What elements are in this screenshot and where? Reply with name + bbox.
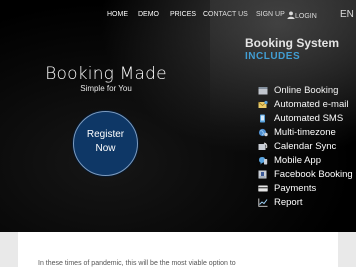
chart-icon (258, 198, 268, 207)
register-label-line1: Register (86, 129, 125, 140)
feature-label: Online Booking (274, 85, 339, 96)
feature-item: Mobile App (258, 154, 356, 168)
top-nav: HOME DEMO PRICES CONTACT US SIGN UP LOGI… (0, 9, 356, 25)
feature-label: Automated e-mail (274, 99, 349, 110)
feature-item: Automated SMS (258, 112, 356, 126)
calendar-icon (258, 87, 268, 95)
panel-title: Booking System (245, 36, 340, 50)
feature-label: Report (274, 197, 303, 208)
feature-item: Payments (258, 182, 356, 196)
nav-prices-link[interactable]: PRICES (170, 11, 196, 18)
feature-list: Online Booking Automated e-mail Automate… (258, 84, 356, 210)
nav-login-link[interactable]: LOGIN (287, 11, 317, 20)
nav-demo-link[interactable]: DEMO (138, 11, 159, 18)
intro-text: In these times of pandemic, this will be… (38, 260, 236, 267)
hero-section: HOME DEMO PRICES CONTACT US SIGN UP LOGI… (0, 0, 356, 232)
brand-block: Booking Made Simple for You (45, 64, 167, 93)
content-card: In these times of pandemic, this will be… (18, 232, 338, 267)
nav-signup-link[interactable]: SIGN UP (256, 11, 285, 18)
user-icon (287, 11, 295, 19)
feature-label: Calendar Sync (274, 141, 337, 152)
panel-subtitle: INCLUDES (245, 51, 301, 62)
globe-icon (258, 128, 268, 137)
feature-label: Facebook Booking (274, 169, 353, 180)
credit-card-icon (258, 185, 268, 192)
mobile-icon (259, 157, 268, 165)
feature-label: Mobile App (274, 155, 322, 166)
nav-contact-link[interactable]: CONTACT US (203, 11, 248, 18)
feature-label: Automated SMS (274, 113, 344, 124)
register-now-button[interactable]: Register Now (73, 111, 138, 176)
feature-item: Multi-timezone (258, 126, 356, 140)
feature-item: Online Booking (258, 84, 356, 98)
language-selector[interactable]: EN (340, 9, 354, 20)
hero-subtitle: Simple for You (80, 84, 132, 93)
feature-item: Report (258, 196, 356, 210)
facebook-icon (258, 170, 267, 179)
feature-label: Multi-timezone (274, 127, 336, 138)
feature-label: Payments (274, 183, 317, 194)
sms-icon (260, 114, 265, 123)
hero-title: Booking Made (45, 64, 167, 84)
register-label-line2: Now (95, 143, 116, 154)
envelope-icon (258, 100, 268, 108)
nav-login-label: LOGIN (295, 13, 317, 20)
nav-home-link[interactable]: HOME (107, 11, 128, 18)
sync-icon (258, 142, 268, 150)
feature-item: Automated e-mail (258, 98, 356, 112)
feature-item: Calendar Sync (258, 140, 356, 154)
feature-item: Facebook Booking (258, 168, 356, 182)
